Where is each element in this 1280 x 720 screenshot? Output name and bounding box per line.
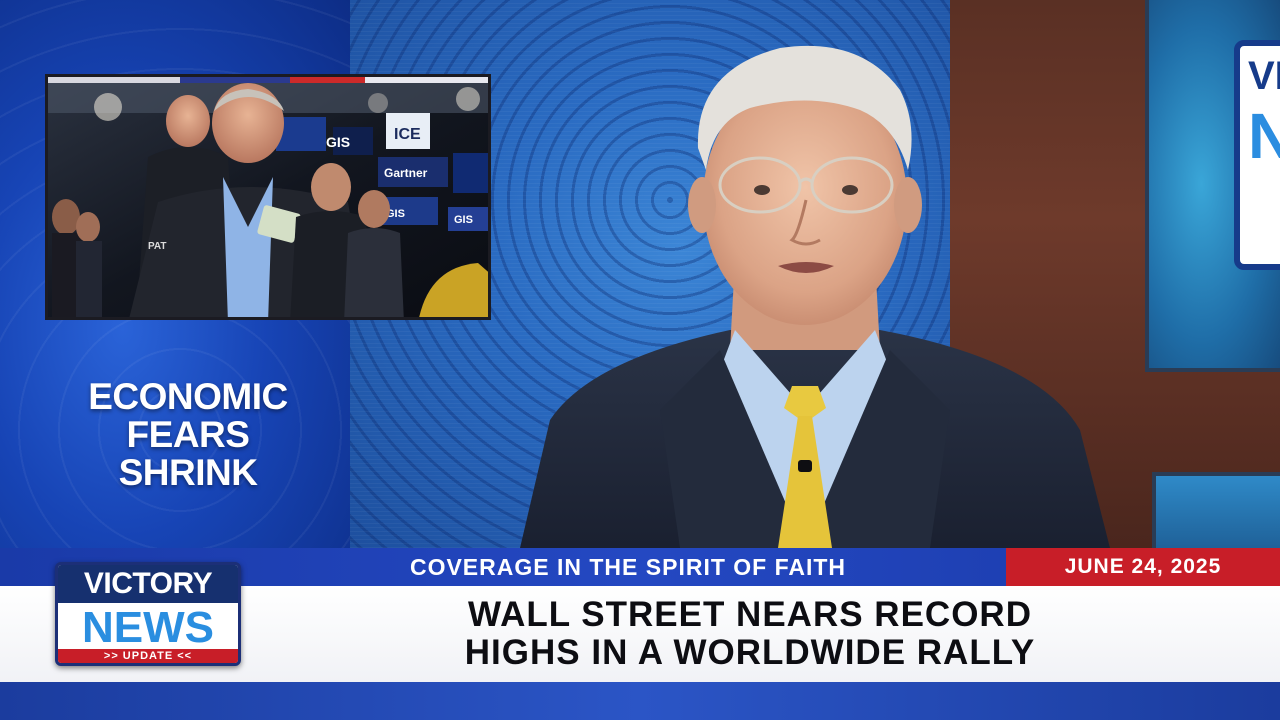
bottom-band <box>0 682 1280 720</box>
news-inset-photo: GIS ICE Gartner GIS GIS PAT <box>45 74 491 320</box>
story-title: WALL STREET NEARS RECORD HIGHS IN A WORL… <box>250 596 1250 672</box>
headline-line-3: SHRINK <box>118 452 258 493</box>
badge-name: PAT <box>148 241 167 252</box>
background-logo-line1: VICT <box>1248 54 1280 98</box>
segment-headline: ECONOMIC FEARS SHRINK <box>60 378 316 492</box>
background-monitor-logo: VICT N <box>1234 40 1280 270</box>
broadcast-date: JUNE 24, 2025 <box>1006 548 1280 586</box>
screen-label-3: Gartner <box>384 166 428 180</box>
news-anchor <box>520 45 1110 548</box>
headline-line-1: ECONOMIC <box>88 376 288 417</box>
screen-label-5: GIS <box>454 214 473 226</box>
background-monitor: VICT N <box>1145 0 1280 372</box>
tagline: COVERAGE IN THE SPIRIT OF FAITH <box>409 553 847 580</box>
story-title-line-1: WALL STREET NEARS RECORD <box>468 595 1032 634</box>
logo-update-text: >> UPDATE << <box>58 649 238 663</box>
trading-floor-image: GIS ICE Gartner GIS GIS PAT <box>48 77 488 317</box>
headline-line-2: FEARS <box>126 414 250 455</box>
inset-color-strip <box>48 77 488 83</box>
screen-label-2: ICE <box>394 126 421 143</box>
logo-victory-text: VICTORY <box>58 565 238 603</box>
victory-news-logo: VICTORY NEWS >> UPDATE << <box>55 562 241 666</box>
story-title-line-2: HIGHS IN A WORLDWIDE RALLY <box>464 633 1036 672</box>
logo-news-text: NEWS <box>82 603 214 652</box>
screen-label-1: GIS <box>326 134 350 150</box>
background-logo-line2: N <box>1248 104 1280 168</box>
background-monitor-lower <box>1152 472 1280 552</box>
